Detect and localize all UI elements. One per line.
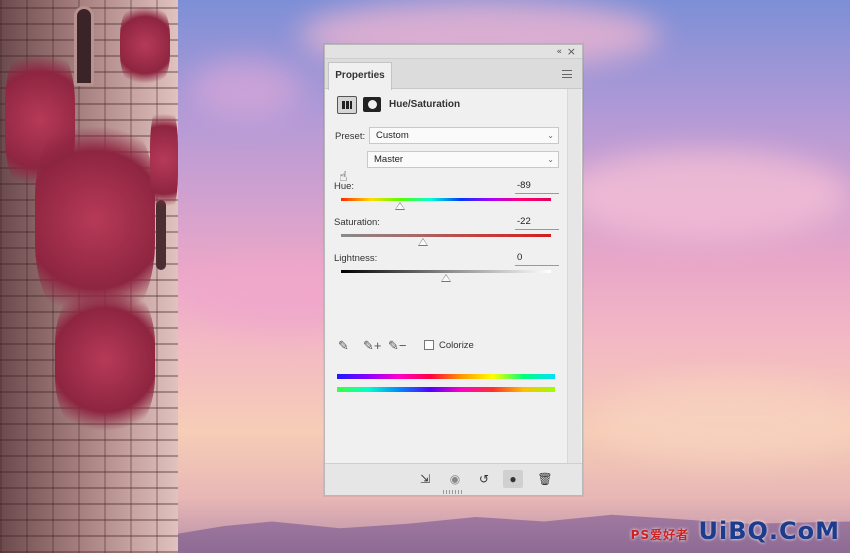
lightness-label: Lightness: xyxy=(334,253,378,264)
watermark-text: UiBQ.CoM xyxy=(698,517,840,545)
sky-cloud xyxy=(600,380,850,460)
eyedropper-subtract-icon[interactable]: ✎− xyxy=(388,338,406,354)
site-watermark: PS爱好者 UiBQ.CoM xyxy=(631,517,840,545)
adjustment-title: Hue/Saturation xyxy=(389,99,461,110)
panel-titlebar[interactable]: « × xyxy=(325,45,582,59)
tab-properties[interactable]: Properties xyxy=(328,62,392,90)
panel-menu-icon[interactable] xyxy=(562,70,572,78)
colorize-label: Colorize xyxy=(439,340,474,351)
input-color-spectrum xyxy=(337,374,555,379)
sky-cloud xyxy=(190,60,300,120)
castle-tower xyxy=(0,0,178,553)
chevron-down-icon: ⌄ xyxy=(547,131,554,140)
panel-tab-row: Properties xyxy=(325,59,582,90)
hue-label: Hue: xyxy=(334,181,355,192)
reset-icon[interactable]: ↺ xyxy=(474,470,494,488)
chevron-down-icon: ⌄ xyxy=(547,155,554,164)
panel-content: Hue/Saturation Preset: Custom ⌄ ☝ Master… xyxy=(325,89,582,464)
hue-slider-track[interactable] xyxy=(341,198,551,201)
eyedropper-add-icon[interactable]: ✎+ xyxy=(363,338,381,354)
preset-value: Custom xyxy=(376,130,409,141)
collapse-icon[interactable]: « xyxy=(556,45,562,59)
channel-value: Master xyxy=(374,154,404,165)
preset-dropdown[interactable]: Custom ⌄ xyxy=(369,127,559,144)
channel-dropdown[interactable]: Master ⌄ xyxy=(367,151,559,168)
saturation-value-field[interactable]: -22 xyxy=(515,216,559,230)
trash-icon[interactable]: 🗑 xyxy=(535,470,555,488)
hue-value-field[interactable]: -89 xyxy=(515,180,559,194)
layer-mask-icon[interactable] xyxy=(363,97,381,112)
preset-label: Preset: xyxy=(335,131,366,142)
lightness-slider-thumb[interactable] xyxy=(441,274,451,282)
properties-panel: « × Properties Hue/Saturation Preset: Cu… xyxy=(324,44,583,496)
resize-grip[interactable] xyxy=(443,490,463,494)
sky-cloud xyxy=(560,150,850,240)
panel-footer: ⇲ ◉ ↺ ● 🗑 xyxy=(325,463,582,495)
watermark-subtext: PS爱好者 xyxy=(630,528,690,542)
view-previous-state-icon[interactable]: ◉ xyxy=(445,470,465,488)
saturation-label: Saturation: xyxy=(334,217,380,228)
clip-to-layer-icon[interactable]: ⇲ xyxy=(415,470,435,488)
output-color-spectrum xyxy=(337,387,555,392)
lightness-value-field[interactable]: 0 xyxy=(515,252,559,266)
visibility-eye-icon[interactable]: ● xyxy=(503,470,523,488)
red-ivy xyxy=(120,0,170,90)
red-ivy xyxy=(55,280,155,440)
saturation-slider-track[interactable] xyxy=(341,234,551,237)
lightness-slider-track[interactable] xyxy=(341,270,551,273)
adjustment-layer-icon[interactable] xyxy=(337,96,357,114)
red-ivy xyxy=(150,100,178,220)
eyedropper-icon[interactable]: ✎ xyxy=(338,338,354,354)
hue-slider-thumb[interactable] xyxy=(394,202,405,210)
saturation-slider-thumb[interactable] xyxy=(417,238,428,246)
close-icon[interactable]: × xyxy=(567,45,576,59)
tower-window xyxy=(74,6,94,86)
scrollbar[interactable] xyxy=(567,89,581,464)
colorize-checkbox[interactable] xyxy=(424,340,434,350)
